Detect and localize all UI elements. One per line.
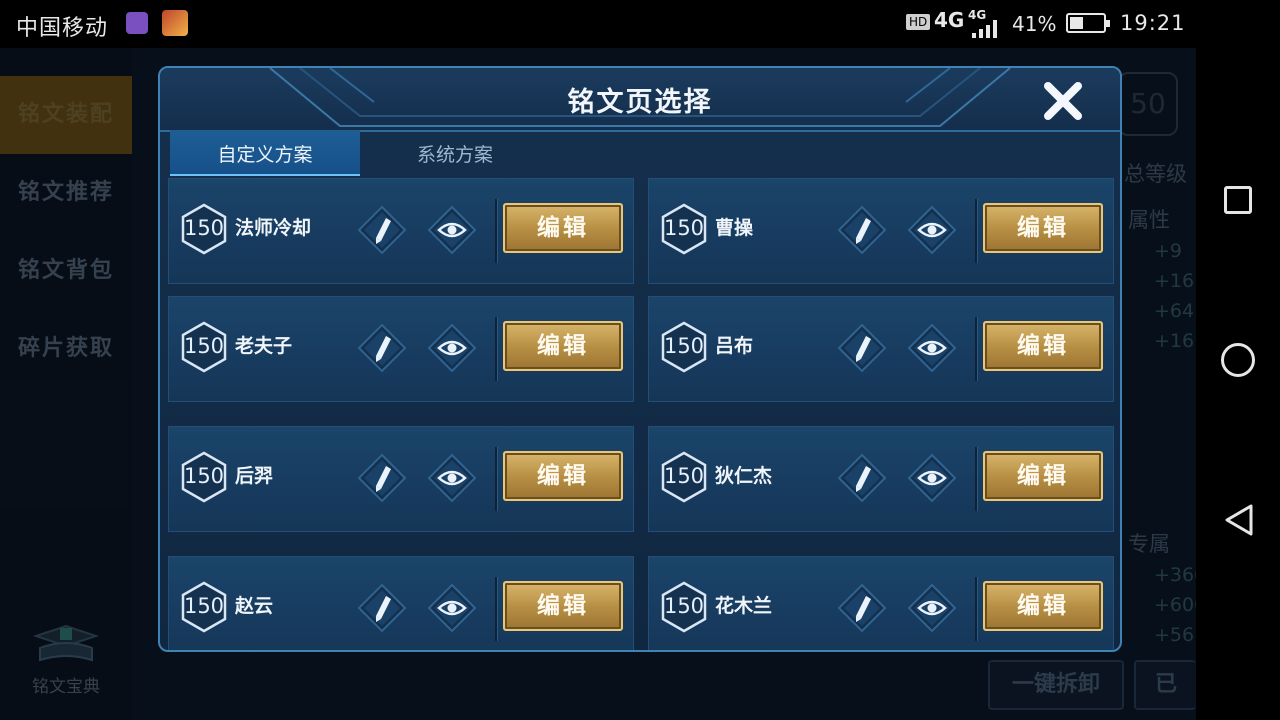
- dialog-title: 铭文页选择: [567, 87, 713, 118]
- pencil-icon[interactable]: [837, 583, 887, 633]
- edit-button[interactable]: 编辑: [503, 581, 623, 631]
- dialog-header: 铭文页选择: [160, 68, 1120, 132]
- divider: [495, 447, 498, 511]
- rune-page-name: 曹操: [715, 217, 754, 239]
- pencil-icon[interactable]: [837, 205, 887, 255]
- divider: [975, 199, 978, 263]
- divider: [975, 447, 978, 511]
- rune-page-card: 150 狄仁杰 编辑: [648, 426, 1114, 532]
- rune-page-level: 150: [183, 594, 225, 618]
- network-type-primary: 4G: [934, 8, 965, 32]
- pencil-icon[interactable]: [357, 323, 407, 373]
- pencil-icon[interactable]: [357, 205, 407, 255]
- pencil-icon[interactable]: [837, 453, 887, 503]
- eye-icon[interactable]: [427, 205, 477, 255]
- divider: [975, 317, 978, 381]
- battery-percent: 41%: [1012, 12, 1057, 36]
- pencil-icon[interactable]: [837, 323, 887, 373]
- rune-page-level: 150: [663, 216, 705, 240]
- rune-page-level: 150: [663, 464, 705, 488]
- eye-icon[interactable]: [907, 583, 957, 633]
- back-icon[interactable]: [1221, 502, 1257, 538]
- divider: [495, 199, 498, 263]
- status-bar: 中国移动 HD 4G 4G 41% 19:21: [0, 0, 1196, 48]
- pencil-icon[interactable]: [357, 583, 407, 633]
- rune-page-name: 法师冷却: [235, 217, 312, 239]
- clock: 19:21: [1120, 11, 1186, 35]
- rune-page-name: 后羿: [235, 465, 274, 487]
- rune-page-card: 150 花木兰 编辑: [648, 556, 1114, 650]
- rune-page-name: 赵云: [235, 595, 274, 617]
- edit-button[interactable]: 编辑: [503, 451, 623, 501]
- eye-icon[interactable]: [907, 205, 957, 255]
- rune-page-level: 150: [183, 334, 225, 358]
- rune-page-level: 150: [183, 464, 225, 488]
- close-icon[interactable]: [1040, 78, 1086, 124]
- divider: [975, 577, 978, 641]
- battery-icon: [1066, 13, 1110, 33]
- edit-button[interactable]: 编辑: [503, 203, 623, 253]
- signal-icon: [972, 20, 998, 38]
- rune-page-card: 150 后羿 编辑: [168, 426, 634, 532]
- rune-page-card: 150 老夫子 编辑: [168, 296, 634, 402]
- game-app-icon: [162, 10, 188, 36]
- rune-page-card: 150 吕布 编辑: [648, 296, 1114, 402]
- rune-page-name: 花木兰: [715, 595, 773, 617]
- eye-icon[interactable]: [907, 453, 957, 503]
- edit-button[interactable]: 编辑: [983, 203, 1103, 253]
- home-icon[interactable]: [1221, 343, 1255, 377]
- eye-icon[interactable]: [907, 323, 957, 373]
- rune-page-level: 150: [663, 594, 705, 618]
- edit-button[interactable]: 编辑: [983, 581, 1103, 631]
- rune-page-name: 吕布: [715, 335, 754, 357]
- edit-button[interactable]: 编辑: [503, 321, 623, 371]
- rune-page-level: 150: [183, 216, 225, 240]
- eye-icon[interactable]: [427, 453, 477, 503]
- eye-icon[interactable]: [427, 583, 477, 633]
- pencil-icon[interactable]: [357, 453, 407, 503]
- divider: [495, 577, 498, 641]
- rune-page-level: 150: [663, 334, 705, 358]
- hd-badge: HD: [906, 14, 931, 30]
- gallery-app-icon: [126, 12, 148, 34]
- rune-page-name: 狄仁杰: [715, 465, 773, 487]
- rune-page-grid: 150 法师冷却 编辑 150 曹操 编辑 150 老夫子 编辑 150 吕布 …: [168, 178, 1116, 650]
- rune-page-card: 150 法师冷却 编辑: [168, 178, 634, 284]
- tab-system[interactable]: 系统方案: [360, 130, 550, 176]
- edit-button[interactable]: 编辑: [983, 451, 1103, 501]
- rune-page-name: 老夫子: [235, 335, 293, 357]
- rune-page-dialog: 铭文页选择 自定义方案 系统方案 150 法师冷却 编辑 150 曹操 编辑 1…: [158, 66, 1122, 652]
- rune-page-card: 150 曹操 编辑: [648, 178, 1114, 284]
- rune-page-card: 150 赵云 编辑: [168, 556, 634, 650]
- carrier-label: 中国移动: [16, 16, 109, 41]
- recents-icon[interactable]: [1224, 186, 1252, 214]
- eye-icon[interactable]: [427, 323, 477, 373]
- edit-button[interactable]: 编辑: [983, 321, 1103, 371]
- tab-bar: 自定义方案 系统方案: [170, 130, 1120, 176]
- tab-custom[interactable]: 自定义方案: [170, 130, 360, 176]
- divider: [495, 317, 498, 381]
